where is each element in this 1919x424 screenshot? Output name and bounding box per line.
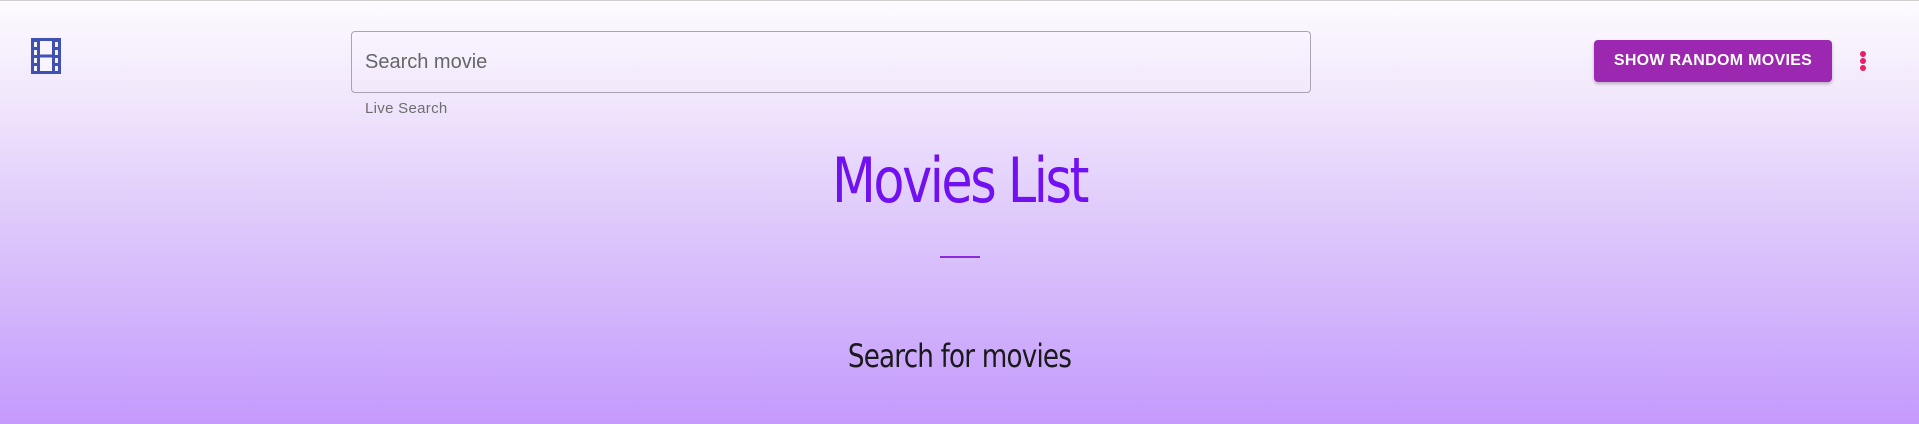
empty-state-text: Search for movies <box>847 337 1072 375</box>
show-random-movies-button[interactable]: SHOW RANDOM MOVIES <box>1594 40 1832 82</box>
search-field: Live Search <box>351 31 1311 117</box>
top-border <box>0 0 1919 1</box>
more-vert-icon[interactable] <box>1853 44 1873 76</box>
search-input[interactable] <box>351 31 1311 93</box>
search-helper-text: Live Search <box>365 100 448 117</box>
film-icon[interactable] <box>31 38 61 74</box>
page-title: Movies List <box>832 144 1089 217</box>
title-divider <box>940 256 980 258</box>
